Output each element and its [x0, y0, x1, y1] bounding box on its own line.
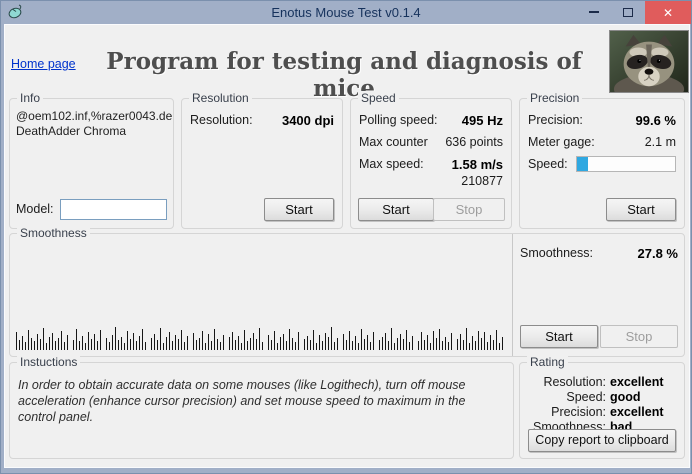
raccoon-photo [609, 30, 689, 93]
precision-group-title: Precision [527, 91, 583, 105]
max-counter-value: 636 points [445, 135, 503, 149]
model-input[interactable] [60, 199, 167, 220]
rating-resolution-value: excellent [610, 375, 664, 389]
resolution-group: Resolution Resolution: 3400 dpi Start [181, 91, 343, 229]
precision-value: 99.6 % [635, 113, 676, 128]
smoothness-stop-button[interactable]: Stop [600, 325, 678, 348]
device-info: @oem102.inf,%razer0043.dev DeathAdder Ch… [16, 109, 172, 139]
rating-precision-label: Precision: [551, 405, 606, 419]
model-label: Model: [16, 202, 54, 216]
smoothness-value: 27.8 % [637, 246, 678, 261]
home-page-link[interactable]: Home page [11, 57, 76, 71]
precision-start-button[interactable]: Start [606, 198, 676, 221]
meter-gage-value: 2.1 m [644, 135, 676, 149]
speed-start-button[interactable]: Start [358, 198, 434, 221]
close-icon: ✕ [662, 5, 674, 20]
speed-group-title: Speed [358, 91, 399, 105]
model-row: Model: [16, 199, 167, 220]
rating-rows: Resolution: excellent Speed: good Precis… [520, 375, 670, 434]
device-name-line: DeathAdder Chroma [16, 124, 127, 138]
info-group-title: Info [17, 91, 44, 105]
smoothness-group: Smoothness Smoothness: 27.8 % Start Stop [9, 226, 685, 357]
rating-group: Rating Resolution: excellent Speed: good… [519, 355, 685, 459]
minimize-button[interactable] [577, 1, 611, 23]
instructions-group: Instuctions In order to obtain accurate … [9, 355, 514, 459]
precision-speed-label: Speed: [528, 157, 568, 171]
copy-report-button[interactable]: Copy report to clipboard [528, 429, 676, 452]
app-window: Enotus Mouse Test v0.1.4 ✕ Home page Pro… [0, 0, 692, 474]
smoothness-start-button[interactable]: Start [520, 325, 598, 348]
speed-group: Speed Polling speed: 495 Hz Max counter … [350, 91, 512, 229]
counts-value: 210877 [461, 174, 503, 188]
device-driver-line: @oem102.inf,%razer0043.dev [16, 109, 172, 123]
precision-progress-fill [577, 157, 588, 171]
rating-group-title: Rating [527, 355, 568, 369]
resolution-value: 3400 dpi [281, 113, 334, 128]
close-button[interactable]: ✕ [645, 1, 691, 24]
rating-speed-label: Speed: [566, 390, 606, 404]
title-bar[interactable]: Enotus Mouse Test v0.1.4 ✕ [1, 1, 691, 24]
rating-speed-value: good [610, 390, 641, 404]
precision-label: Precision: [528, 113, 583, 127]
resolution-group-title: Resolution [189, 91, 252, 105]
max-speed-value: 1.58 m/s [451, 157, 503, 172]
resolution-label: Resolution: [190, 113, 253, 127]
rating-precision-value: excellent [610, 405, 664, 419]
app-tagline: Program for testing and diagnosis of mic… [106, 48, 582, 102]
instructions-text: In order to obtain accurate data on some… [18, 378, 466, 424]
max-counter-label: Max counter [359, 135, 428, 149]
minimize-icon [589, 11, 599, 13]
info-group: Info @oem102.inf,%razer0043.dev DeathAdd… [9, 91, 174, 229]
speed-stop-button[interactable]: Stop [433, 198, 505, 221]
precision-speed-progressbar[interactable] [576, 156, 676, 172]
smoothness-group-title: Smoothness [17, 226, 90, 240]
smoothness-waveform [16, 323, 508, 350]
resolution-start-button[interactable]: Start [264, 198, 334, 221]
client-area: Home page Program for testing and diagno… [4, 24, 690, 468]
rating-resolution-label: Resolution: [543, 375, 606, 389]
smoothness-divider [512, 234, 513, 356]
maximize-button[interactable] [611, 1, 645, 23]
precision-group: Precision Precision: 99.6 % Meter gage: … [519, 91, 685, 229]
smoothness-label: Smoothness: [520, 246, 593, 260]
polling-speed-label: Polling speed: [359, 113, 438, 127]
smoothness-panel: Smoothness: 27.8 % Start Stop [520, 246, 678, 348]
polling-speed-value: 495 Hz [461, 113, 503, 128]
maximize-icon [623, 7, 633, 17]
instructions-group-title: Instuctions [17, 355, 81, 369]
meter-gage-label: Meter gage: [528, 135, 595, 149]
max-speed-label: Max speed: [359, 157, 424, 171]
